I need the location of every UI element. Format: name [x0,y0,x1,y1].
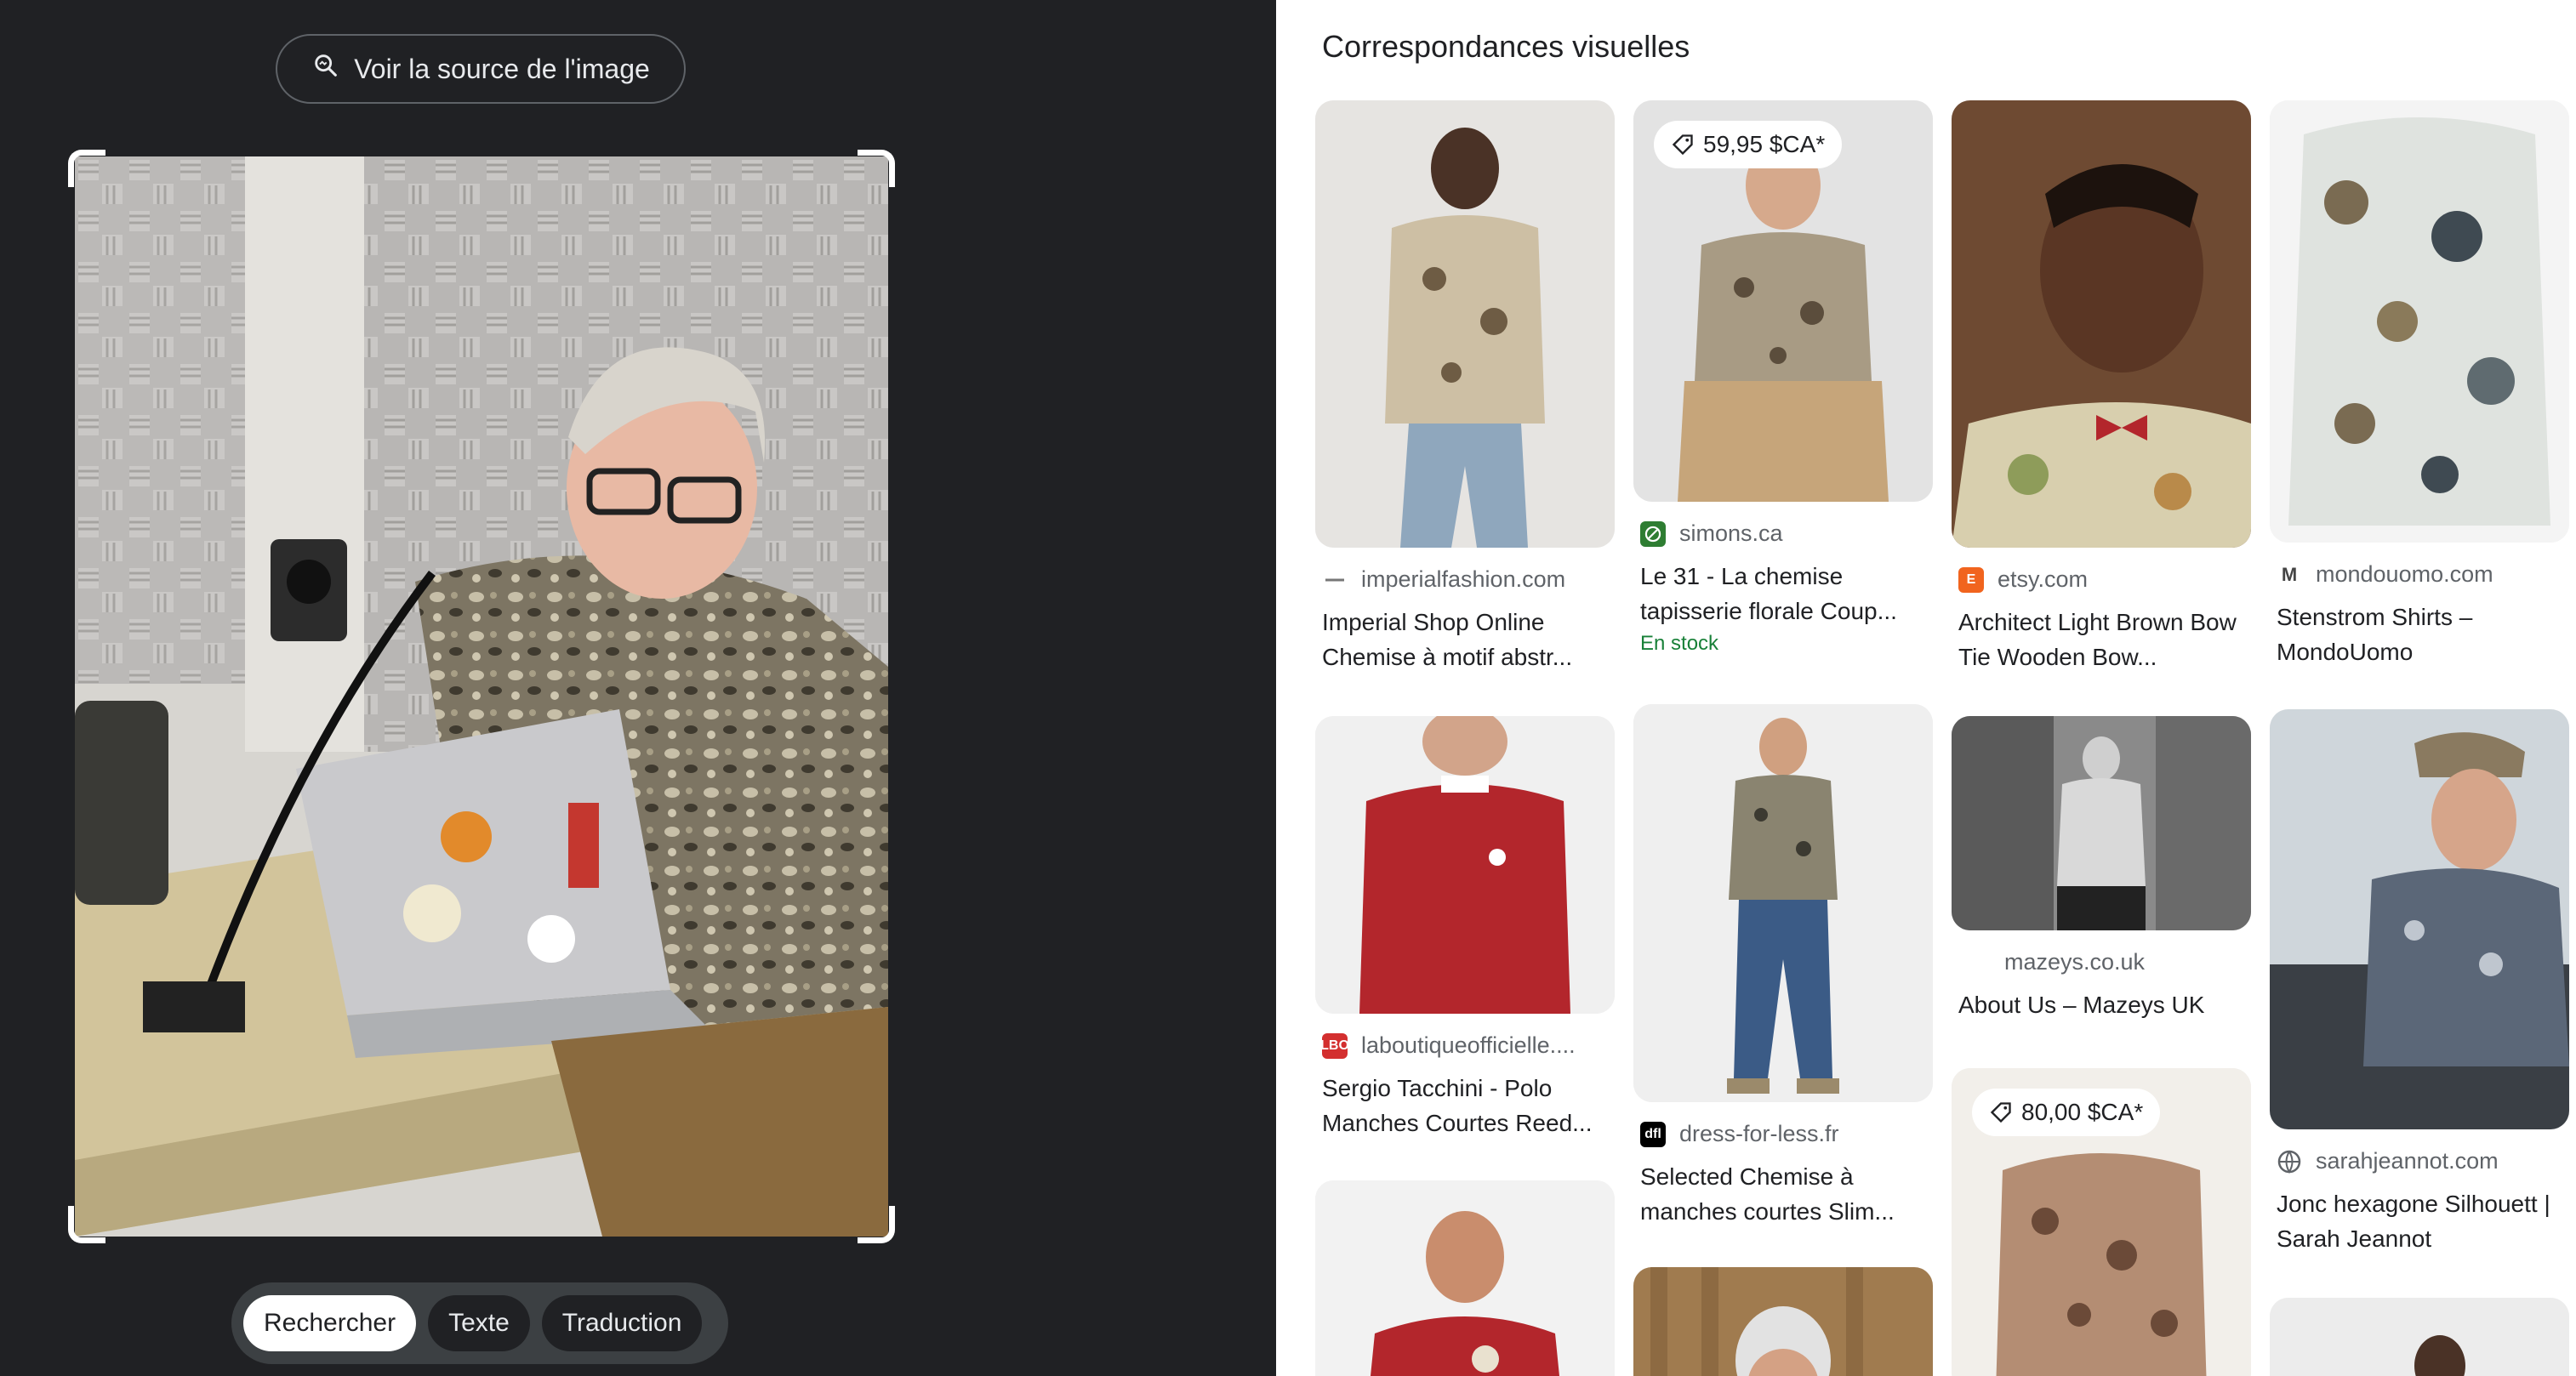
mode-search-button[interactable]: Rechercher [243,1295,417,1351]
result-source[interactable]: sarahjeannot.com [2277,1148,2569,1174]
result-source-label: etsy.com [1998,566,2089,592]
result-card[interactable] [1315,1180,1615,1376]
price-badge: 80,00 $CA* [1972,1089,2161,1136]
view-image-source-label: Voir la source de l'image [354,53,650,84]
result-source[interactable]: LBO laboutiqueofficielle.... [1322,1032,1615,1059]
result-source-label: mazeys.co.uk [2004,949,2146,975]
crop-handle-bottom-left[interactable] [68,1206,105,1243]
price-tag-icon [1989,1100,2013,1124]
selection-frame[interactable] [68,150,895,1243]
result-card[interactable]: LBO laboutiqueofficielle.... Sergio Tacc… [1315,716,1615,1140]
result-thumbnail[interactable] [2270,1298,2569,1376]
result-thumbnail[interactable] [2270,100,2569,543]
mode-translate-button[interactable]: Traduction [541,1295,703,1351]
result-thumbnail[interactable] [1315,716,1615,1014]
visual-matches-panel: Correspondances visuelles imperialfashio… [1276,0,2576,1376]
result-title[interactable]: Architect Light Brown Bow Tie Wooden Bow… [1958,605,2248,674]
crop-handle-top-left[interactable] [68,150,105,187]
result-source[interactable]: M mondouomo.com [2277,561,2569,588]
image-search-icon [311,51,340,87]
result-source-label: simons.ca [1679,520,1783,546]
globe-icon [2277,1148,2302,1174]
section-title: Correspondances visuelles [1322,29,1690,64]
result-source-label: laboutiqueofficielle.... [1361,1032,1576,1058]
result-thumbnail[interactable] [1315,100,1615,548]
result-thumbnail[interactable] [2270,709,2569,1129]
price-label: 80,00 $CA* [2021,1099,2144,1125]
result-card[interactable]: mazeys.co.uk About Us – Mazeys UK [1952,716,2251,1022]
result-card[interactable]: sarahjeannot.com Jonc hexagone Silhouett… [2270,709,2569,1256]
result-source[interactable]: mazeys.co.uk [2004,949,2251,975]
result-title[interactable]: Imperial Shop Online Chemise à motif abs… [1322,605,1611,674]
result-title[interactable]: Sergio Tacchini - Polo Manches Courtes R… [1322,1071,1611,1140]
imperialfashion-icon [1322,566,1348,593]
crop-handle-top-right[interactable] [858,150,895,187]
dfl-icon: dfl [1640,1121,1666,1147]
result-thumbnail[interactable] [1952,100,2251,548]
mode-text-button[interactable]: Texte [428,1295,530,1351]
result-source-label: mondouomo.com [2316,561,2493,587]
result-thumbnail[interactable]: 59,95 $CA* [1633,100,1933,502]
result-thumbnail[interactable] [1952,716,2251,930]
crop-handle-bottom-right[interactable] [858,1206,895,1243]
result-source-label: dress-for-less.fr [1679,1121,1839,1146]
result-card[interactable]: 59,95 $CA* simons.ca Le 31 - La chemise … [1633,100,1933,656]
result-source-label: sarahjeannot.com [2316,1148,2499,1174]
result-source[interactable]: E etsy.com [1958,566,2251,593]
etsy-icon: E [1958,566,1984,593]
search-mode-switcher: Rechercher Texte Traduction [231,1282,728,1364]
view-image-source-button[interactable]: Voir la source de l'image [276,34,686,104]
result-thumbnail[interactable] [1633,1267,1933,1376]
price-label: 59,95 $CA* [1703,131,1826,157]
result-source[interactable]: imperialfashion.com [1322,566,1615,593]
left-panel: Voir la source de l'image Rechercher Tex… [0,0,1276,1376]
price-badge: 59,95 $CA* [1654,121,1843,168]
query-photo [75,156,888,1237]
result-card[interactable] [1633,1267,1933,1376]
result-card[interactable]: M mondouomo.com Stenstrom Shirts – Mondo… [2270,100,2569,669]
result-title[interactable]: About Us – Mazeys UK [1958,987,2248,1022]
result-card[interactable]: imperialfashion.com Imperial Shop Online… [1315,100,1615,674]
result-card[interactable]: 80,00 $CA* [1952,1068,2251,1376]
result-title[interactable]: Stenstrom Shirts – MondoUomo [2277,600,2566,669]
simons-icon [1640,520,1666,547]
result-title[interactable]: Jonc hexagone Silhouett | Sarah Jeannot [2277,1186,2566,1256]
result-source[interactable]: simons.ca [1640,520,1933,547]
result-source[interactable]: dfl dress-for-less.fr [1640,1121,1933,1147]
result-thumbnail[interactable] [1315,1180,1615,1376]
result-thumbnail[interactable]: 80,00 $CA* [1952,1068,2251,1376]
result-title[interactable]: Le 31 - La chemise tapisserie florale Co… [1640,559,1929,628]
result-thumbnail[interactable] [1633,704,1933,1102]
result-card[interactable]: E etsy.com Architect Light Brown Bow Tie… [1952,100,2251,674]
result-source-label: imperialfashion.com [1361,566,1566,592]
price-tag-icon [1671,133,1695,156]
mondouomo-icon: M [2277,561,2302,588]
result-title[interactable]: Selected Chemise à manches courtes Slim.… [1640,1159,1929,1229]
result-card[interactable] [2270,1298,2569,1376]
stock-status: En stock [1640,632,1719,655]
laboutique-icon: LBO [1322,1032,1349,1059]
result-card[interactable]: dfl dress-for-less.fr Selected Chemise à… [1633,704,1933,1229]
